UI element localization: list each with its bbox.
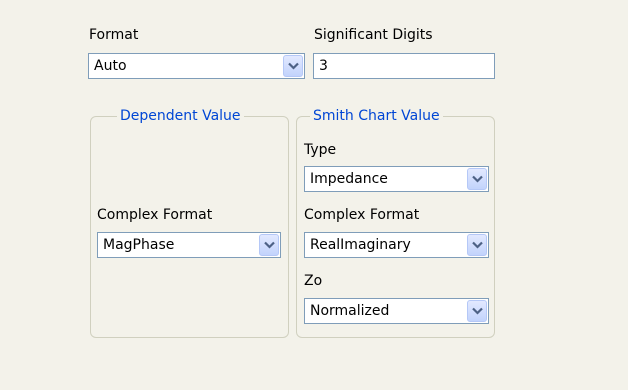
dependent-complex-format-label: Complex Format (97, 207, 213, 223)
settings-panel: Format Auto Significant Digits 3 Depende… (0, 0, 628, 390)
smith-complex-format-button[interactable] (467, 234, 487, 256)
chevron-down-icon (264, 241, 275, 249)
smith-complex-format-dropdown[interactable]: RealImaginary (304, 232, 489, 258)
chevron-down-icon (472, 241, 483, 249)
smith-complex-format-label: Complex Format (304, 207, 420, 223)
significant-digits-field[interactable]: 3 (313, 53, 495, 79)
significant-digits-label: Significant Digits (314, 27, 433, 43)
smith-zo-label: Zo (304, 273, 323, 289)
chevron-down-icon (288, 62, 299, 70)
smith-type-dropdown[interactable]: Impedance (304, 166, 489, 192)
dependent-value-group: Dependent Value (90, 108, 289, 338)
smith-zo-dropdown[interactable]: Normalized (304, 298, 489, 324)
chevron-down-icon (472, 175, 483, 183)
smith-type-value: Impedance (310, 171, 388, 187)
format-label: Format (89, 27, 139, 43)
chevron-down-icon (472, 307, 483, 315)
format-dropdown-button[interactable] (283, 55, 303, 77)
smith-type-label: Type (304, 142, 337, 158)
dependent-value-title: Dependent Value (117, 108, 244, 124)
smith-chart-value-title: Smith Chart Value (310, 108, 443, 124)
smith-zo-button[interactable] (467, 300, 487, 322)
smith-zo-value: Normalized (310, 303, 390, 319)
significant-digits-value: 3 (319, 58, 328, 74)
smith-type-button[interactable] (467, 168, 487, 190)
dependent-complex-format-value: MagPhase (103, 237, 175, 253)
dependent-complex-format-button[interactable] (259, 234, 279, 256)
smith-complex-format-value: RealImaginary (310, 237, 411, 253)
dependent-complex-format-dropdown[interactable]: MagPhase (97, 232, 281, 258)
format-dropdown[interactable]: Auto (88, 53, 305, 79)
format-dropdown-value: Auto (94, 58, 127, 74)
